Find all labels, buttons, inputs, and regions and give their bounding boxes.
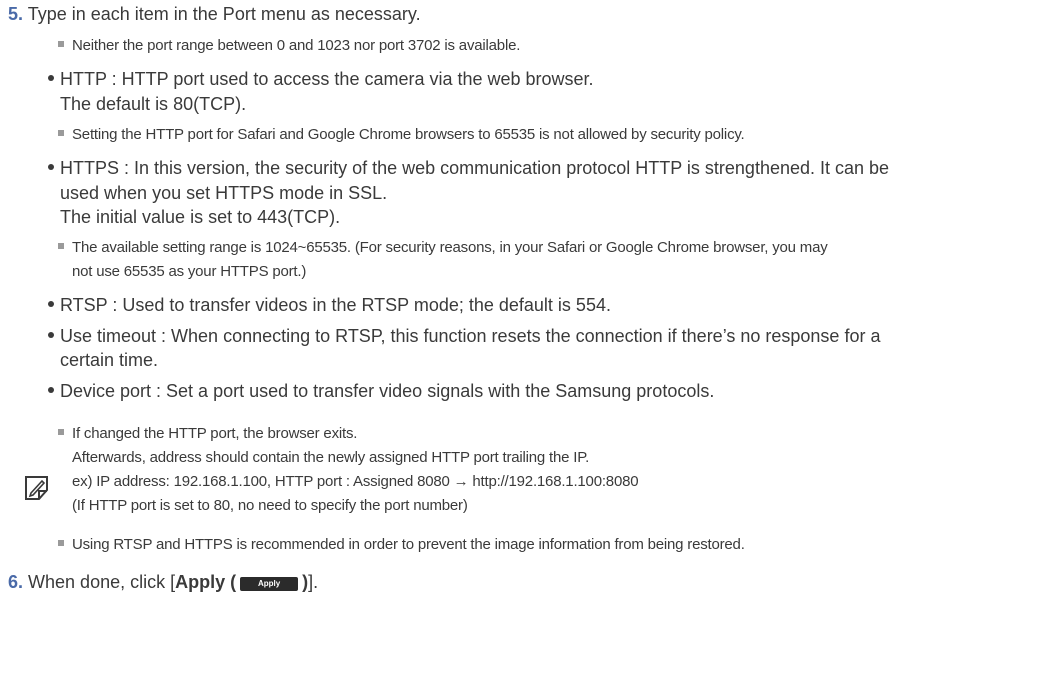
note-https-range: The available setting range is 1024~6553…	[58, 239, 828, 256]
note-text: Neither the port range between 0 and 102…	[72, 37, 521, 54]
bullet-icon	[48, 75, 54, 81]
bullet-icon	[48, 301, 54, 307]
step-number: 6.	[8, 572, 24, 592]
memo-item-1-line2: Afterwards, address should contain the n…	[72, 449, 590, 466]
http-default: The default is 80(TCP).	[60, 94, 247, 114]
rtsp-text: RTSP : Used to transfer videos in the RT…	[60, 295, 611, 315]
step-text: Type in each item in the Port menu as ne…	[27, 4, 421, 24]
https-item: HTTPS : In this version, the security of…	[48, 158, 889, 179]
note-text: The available setting range is 1024~6553…	[72, 239, 828, 256]
square-bullet-icon	[58, 130, 64, 136]
https-initial: The initial value is set to 443(TCP).	[60, 207, 341, 227]
timeout-line2: certain time.	[60, 350, 159, 370]
step-text: When done, click [	[28, 572, 176, 592]
bullet-icon	[48, 164, 54, 170]
http-item: HTTP : HTTP port used to access the came…	[48, 69, 594, 90]
memo-item-1: If changed the HTTP port, the browser ex…	[58, 425, 357, 442]
apply-button: Apply	[240, 577, 299, 591]
timeout-item: Use timeout : When connecting to RTSP, t…	[48, 326, 880, 347]
step-5: 5. Type in each item in the Port menu as…	[8, 4, 421, 25]
bullet-icon	[48, 332, 54, 338]
rtsp-item: RTSP : Used to transfer videos in the RT…	[48, 295, 611, 316]
http-text: HTTP : HTTP port used to access the came…	[60, 69, 594, 89]
device-item: Device port : Set a port used to transfe…	[48, 381, 714, 402]
note-port-range: Neither the port range between 0 and 102…	[58, 37, 520, 54]
memo-text: If changed the HTTP port, the browser ex…	[72, 425, 358, 442]
device-text: Device port : Set a port used to transfe…	[60, 381, 715, 401]
memo-item-1-line3: ex) IP address: 192.168.1.100, HTTP port…	[72, 473, 639, 490]
memo-item-2: Using RTSP and HTTPS is recommended in o…	[58, 536, 745, 553]
square-bullet-icon	[58, 540, 64, 546]
step-6: 6. When done, click [Apply (Apply)].	[8, 572, 318, 593]
apply-label: Apply (	[175, 572, 237, 592]
step-text-end: ].	[308, 572, 319, 592]
square-bullet-icon	[58, 41, 64, 47]
memo-item-1-line4: (If HTTP port is set to 80, no need to s…	[72, 497, 468, 514]
note-text: Setting the HTTP port for Safari and Goo…	[72, 126, 745, 143]
memo-note-icon	[25, 476, 48, 500]
timeout-text: Use timeout : When connecting to RTSP, t…	[60, 326, 881, 346]
note-https-range-cont: not use 65535 as your HTTPS port.)	[72, 263, 307, 280]
note-http-port: Setting the HTTP port for Safari and Goo…	[58, 126, 745, 143]
https-text: HTTPS : In this version, the security of…	[60, 158, 890, 178]
bullet-icon	[48, 387, 54, 393]
memo-text: Using RTSP and HTTPS is recommended in o…	[72, 536, 745, 553]
https-line2: used when you set HTTPS mode in SSL.	[60, 183, 388, 203]
square-bullet-icon	[58, 429, 64, 435]
step-number: 5.	[8, 4, 24, 24]
square-bullet-icon	[58, 243, 64, 249]
